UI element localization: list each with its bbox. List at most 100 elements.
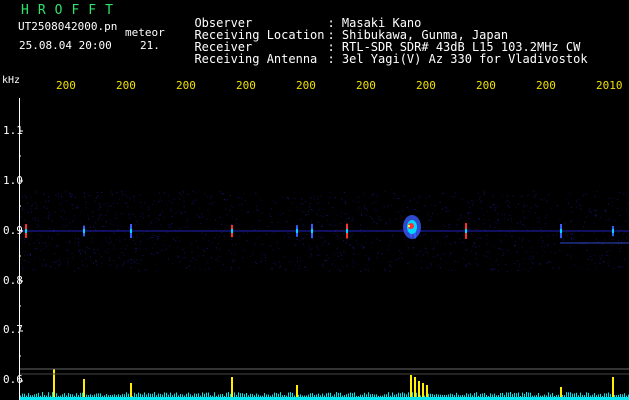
noise-speck xyxy=(446,210,448,212)
activity-bar xyxy=(554,395,555,397)
activity-bar xyxy=(524,393,525,397)
noise-speck xyxy=(82,236,84,237)
activity-bar xyxy=(264,393,265,397)
noise-speck xyxy=(279,214,281,216)
noise-speck xyxy=(505,201,507,203)
noise-speck xyxy=(584,221,586,223)
activity-bar xyxy=(200,395,201,397)
activity-bar xyxy=(392,392,393,397)
noise-speck xyxy=(365,208,367,210)
meteor-echo-core xyxy=(296,229,298,233)
noise-speck xyxy=(157,252,159,254)
activity-bar xyxy=(370,394,371,397)
y-tick-label: 0.7 xyxy=(3,323,23,336)
noise-speck xyxy=(308,245,310,247)
noise-speck xyxy=(309,203,311,205)
noise-speck xyxy=(500,239,501,241)
activity-bar xyxy=(466,393,467,397)
noise-speck xyxy=(353,200,355,202)
noise-speck xyxy=(132,236,134,238)
noise-speck xyxy=(150,237,152,239)
noise-speck xyxy=(345,221,347,223)
noise-speck xyxy=(567,235,568,237)
noise-layer xyxy=(20,191,629,272)
noise-speck xyxy=(142,255,144,257)
noise-speck xyxy=(84,266,86,268)
noise-speck xyxy=(407,239,409,241)
noise-speck xyxy=(572,233,574,235)
noise-speck xyxy=(364,235,366,237)
noise-speck xyxy=(139,244,141,246)
activity-bar xyxy=(514,392,515,397)
noise-speck xyxy=(475,246,476,248)
noise-speck xyxy=(68,257,70,259)
noise-speck xyxy=(165,248,167,250)
noise-speck xyxy=(495,259,497,261)
noise-speck xyxy=(526,205,528,207)
noise-speck xyxy=(233,254,235,256)
activity-bar xyxy=(64,393,65,397)
noise-speck xyxy=(623,258,625,260)
noise-speck xyxy=(546,262,548,264)
activity-bar xyxy=(358,396,359,397)
activity-bar xyxy=(38,392,39,397)
noise-speck xyxy=(31,205,32,207)
noise-speck xyxy=(284,237,286,239)
noise-speck xyxy=(535,212,536,214)
noise-speck xyxy=(419,235,421,237)
noise-speck xyxy=(523,224,525,226)
noise-speck xyxy=(332,207,334,209)
noise-speck xyxy=(42,265,44,266)
noise-speck xyxy=(322,241,324,243)
activity-bar xyxy=(220,394,221,397)
noise-speck xyxy=(314,199,315,201)
activity-bar xyxy=(366,394,367,397)
noise-speck xyxy=(299,265,300,267)
noise-speck xyxy=(298,268,300,270)
meteor-echo-core xyxy=(83,229,85,233)
noise-speck xyxy=(188,265,190,267)
noise-speck xyxy=(367,228,369,230)
y-tick-label: 0.6 xyxy=(3,373,23,386)
noise-speck xyxy=(321,244,323,246)
noise-speck xyxy=(619,250,621,252)
noise-speck xyxy=(183,206,185,207)
noise-speck xyxy=(67,249,69,251)
noise-speck xyxy=(256,205,258,207)
noise-speck xyxy=(424,247,426,249)
x-tick-label: 200 xyxy=(416,79,436,92)
noise-speck xyxy=(520,195,522,197)
noise-speck xyxy=(468,218,470,219)
noise-speck xyxy=(570,257,572,258)
noise-speck xyxy=(220,193,222,195)
noise-speck xyxy=(588,210,590,212)
noise-speck xyxy=(368,259,370,261)
noise-speck xyxy=(319,195,321,197)
noise-speck xyxy=(536,252,538,253)
noise-speck xyxy=(121,213,123,214)
noise-speck xyxy=(83,240,85,242)
noise-speck xyxy=(384,221,386,223)
activity-bar xyxy=(244,394,245,397)
noise-speck xyxy=(358,207,360,209)
noise-speck xyxy=(134,261,136,263)
activity-bar xyxy=(400,393,401,397)
noise-speck xyxy=(258,228,260,230)
noise-speck xyxy=(122,259,124,261)
noise-speck xyxy=(337,255,339,257)
activity-bar xyxy=(214,392,215,397)
noise-speck xyxy=(522,206,524,208)
noise-speck xyxy=(298,209,300,211)
noise-speck xyxy=(34,219,36,221)
noise-speck xyxy=(538,221,540,223)
noise-speck xyxy=(608,259,610,261)
noise-speck xyxy=(387,205,389,207)
activity-peak xyxy=(422,383,424,397)
noise-speck xyxy=(331,263,333,265)
noise-speck xyxy=(515,206,517,208)
noise-speck xyxy=(340,216,342,218)
activity-bar xyxy=(284,395,285,397)
noise-speck xyxy=(81,210,83,212)
noise-speck xyxy=(186,267,187,269)
noise-speck xyxy=(334,265,336,267)
